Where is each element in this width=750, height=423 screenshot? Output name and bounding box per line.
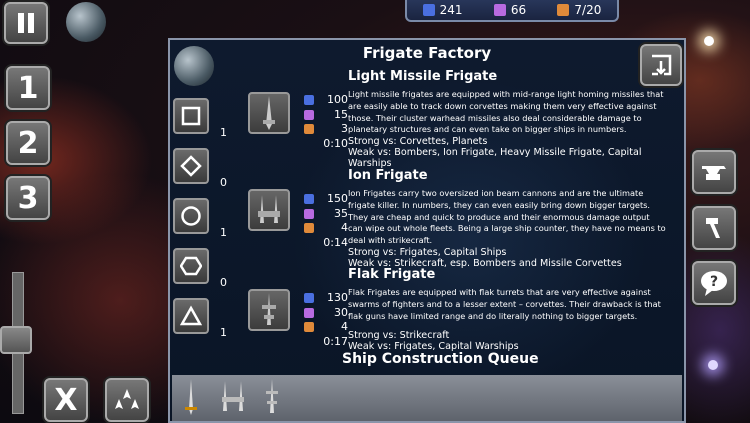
formation-button[interactable] xyxy=(105,378,149,422)
queued-ship[interactable] xyxy=(178,377,204,417)
flak-frigate-icon xyxy=(266,379,278,413)
zoom-slider-handle[interactable] xyxy=(0,326,32,354)
gas-icon xyxy=(304,208,314,219)
ion-frigate-icon xyxy=(222,381,244,411)
svg-text:?: ? xyxy=(710,274,718,290)
fleet-capacity: 7/20 xyxy=(557,3,601,17)
crew-icon xyxy=(304,223,314,234)
light-missile-frigate-cost: 100 15 3 0:10 xyxy=(304,93,348,151)
frigate-factory-panel: Frigate Factory 1 0 1 0 1 100 15 3 0:10 … xyxy=(168,38,686,423)
frigate-description: Light missile frigates are equipped with… xyxy=(348,89,664,135)
weak-vs: Weak vs: Bombers, Ion Frigate, Heavy Mis… xyxy=(348,147,642,170)
help-button[interactable]: ? xyxy=(692,261,736,305)
shape-count: 1 xyxy=(220,126,227,139)
construction-queue xyxy=(172,375,682,421)
gas-icon xyxy=(304,307,314,318)
diamond-icon xyxy=(180,155,202,177)
fleet-formation-icon xyxy=(115,389,139,409)
queued-ship[interactable] xyxy=(260,377,284,417)
frigate-name: Flak Frigate xyxy=(348,267,436,282)
panel-title: Frigate Factory xyxy=(362,44,492,62)
crystal-icon xyxy=(304,95,314,106)
frigate-description: Flak Frigates are equipped with flak tur… xyxy=(348,287,661,321)
light-missile-frigate-icon xyxy=(185,379,197,415)
flak-frigate-info: Flak Frigate Flak Frigates are equipped … xyxy=(348,267,666,352)
group-2-button[interactable]: 2 xyxy=(6,121,50,165)
crystal-icon xyxy=(304,194,314,205)
gas-icon xyxy=(304,109,314,120)
triangle-icon xyxy=(180,305,202,326)
ion-frigate-info: Ion Frigate Ion Frigates carry two overs… xyxy=(348,168,666,269)
planet-icon[interactable] xyxy=(66,2,106,42)
strong-vs: Strong vs: Frigates, Capital Ships xyxy=(348,246,507,258)
light-missile-frigate-info: Light Missile Frigate Light missile frig… xyxy=(348,69,666,169)
anvil-icon xyxy=(702,166,726,180)
flak-frigate-cost: 130 30 4 0:17 xyxy=(304,291,348,349)
crew-icon xyxy=(304,322,314,333)
ion-frigate-cost: 150 35 4 0:14 xyxy=(304,192,348,250)
shape-count: 0 xyxy=(220,276,227,289)
flak-frigate-thumbnail[interactable] xyxy=(248,289,290,331)
crystal-icon xyxy=(422,4,435,16)
light-missile-frigate-thumbnail[interactable] xyxy=(248,92,290,134)
shape-count: 1 xyxy=(220,226,227,239)
resource-bar: 241 66 7/20 xyxy=(405,0,619,22)
queue-title: Ship Construction Queue xyxy=(342,351,539,367)
group-1-button[interactable]: 1 xyxy=(6,66,50,110)
square-icon xyxy=(181,106,201,126)
frigate-ship-icon xyxy=(263,96,275,130)
circle-shape-button[interactable] xyxy=(173,198,209,234)
anvil-build-button[interactable] xyxy=(692,150,736,194)
diamond-shape-button[interactable] xyxy=(173,148,209,184)
strong-vs: Strong vs: Strikecraft xyxy=(348,330,450,342)
close-button[interactable]: X xyxy=(44,378,88,422)
hexagon-icon xyxy=(180,256,202,276)
ion-frigate-thumbnail[interactable] xyxy=(248,189,290,231)
star-glow xyxy=(704,36,714,46)
crew-icon xyxy=(304,124,314,135)
queued-ship[interactable] xyxy=(216,377,250,417)
frigate-name: Light Missile Frigate xyxy=(348,69,498,84)
square-shape-button[interactable] xyxy=(173,98,209,134)
star-glow xyxy=(708,360,718,370)
frigate-ship-icon xyxy=(262,293,276,325)
shape-count: 1 xyxy=(220,326,227,339)
pause-button[interactable] xyxy=(4,2,48,44)
frigate-description: Ion Frigates carry two oversized ion bea… xyxy=(348,188,666,246)
hammer-build-button[interactable] xyxy=(692,206,736,250)
frigate-name: Ion Frigate xyxy=(348,168,428,183)
hexagon-shape-button[interactable] xyxy=(173,248,209,284)
help-icon: ? xyxy=(701,271,727,296)
crystal-resource: 241 xyxy=(422,3,463,17)
pause-icon xyxy=(18,13,34,33)
group-3-button[interactable]: 3 xyxy=(6,176,50,220)
triangle-shape-button[interactable] xyxy=(173,298,209,334)
crew-icon xyxy=(557,4,570,16)
crystal-icon xyxy=(304,293,314,304)
circle-icon xyxy=(181,206,201,226)
hammer-icon xyxy=(706,218,720,238)
planet-icon xyxy=(174,46,214,86)
frigate-ship-icon xyxy=(258,195,280,223)
strong-vs: Strong vs: Corvettes, Planets xyxy=(348,136,488,148)
shape-count: 0 xyxy=(220,176,227,189)
gas-icon xyxy=(493,4,506,16)
gas-resource: 66 xyxy=(493,3,526,17)
